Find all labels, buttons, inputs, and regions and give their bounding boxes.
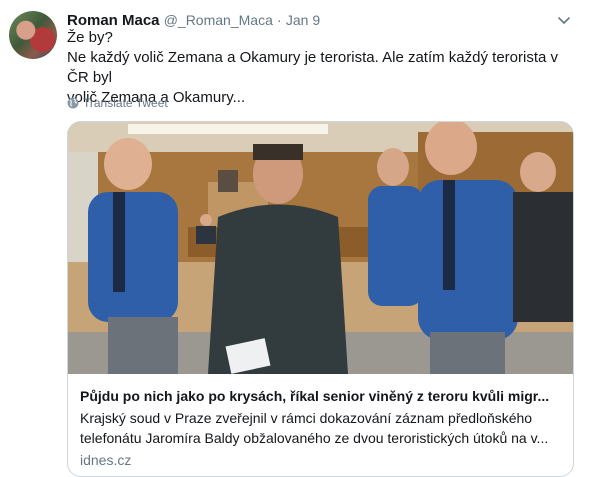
tweet-text-line: Že by?: [67, 29, 113, 46]
translate-label[interactable]: Translate Tweet: [83, 95, 168, 111]
tweet-date[interactable]: Jan 9: [286, 12, 320, 28]
tweet-header: Roman Maca @_Roman_Maca · Jan 9: [67, 10, 320, 30]
card-description-line: Krajský soud v Praze zveřejnil v rámci d…: [80, 410, 533, 426]
link-card[interactable]: Půjdu po nich jako po krysách, říkal sen…: [67, 121, 574, 477]
card-description-line: telefonátu Jaromíra Baldy obžalovaného z…: [80, 430, 549, 446]
card-domain: idnes.cz: [80, 452, 132, 468]
globe-icon: [67, 97, 79, 109]
chevron-down-icon[interactable]: [556, 12, 572, 28]
tweet[interactable]: Roman Maca @_Roman_Maca · Jan 9 Že by? N…: [0, 0, 590, 477]
card-description: Krajský soud v Praze zveřejnil v rámci d…: [80, 408, 560, 448]
avatar[interactable]: [9, 11, 57, 59]
separator-dot: ·: [277, 12, 282, 28]
card-image[interactable]: [68, 122, 573, 374]
tweet-text-line: Ne každý volič Zemana a Okamury je teror…: [67, 49, 559, 86]
translate-tweet-link[interactable]: Translate Tweet: [67, 95, 168, 111]
card-title[interactable]: Půjdu po nich jako po krysách, říkal sen…: [80, 386, 560, 406]
author-handle[interactable]: @_Roman_Maca: [164, 12, 273, 28]
author-name[interactable]: Roman Maca: [67, 12, 160, 29]
